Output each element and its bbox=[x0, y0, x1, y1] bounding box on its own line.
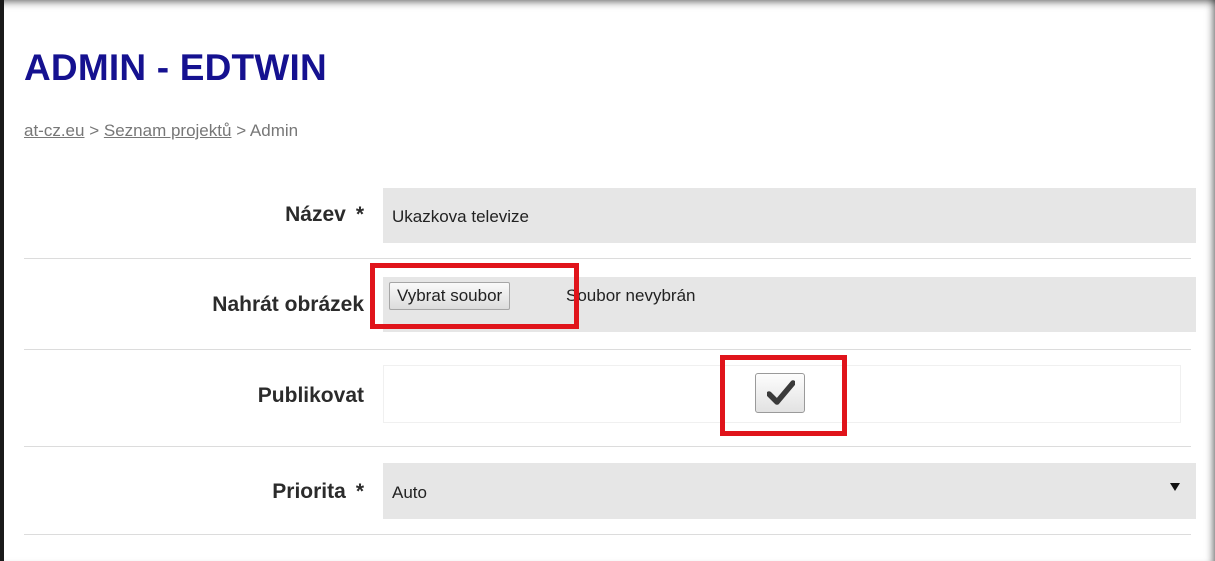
priorita-select[interactable]: Auto bbox=[383, 463, 1196, 519]
obrazek-label: Nahrát obrázek bbox=[212, 293, 364, 316]
publikovat-checkbox[interactable] bbox=[755, 373, 805, 413]
breadcrumb-link-projects[interactable]: Seznam projektů bbox=[104, 121, 232, 140]
page-title: ADMIN - EDTWIN bbox=[24, 47, 327, 88]
breadcrumb-current: Admin bbox=[249, 121, 299, 140]
checkmark-icon bbox=[767, 380, 795, 405]
required-marker: * bbox=[355, 480, 364, 503]
choose-file-button[interactable]: Vybrat soubor bbox=[389, 282, 511, 310]
required-marker: * bbox=[355, 203, 364, 226]
row-divider bbox=[24, 534, 1191, 535]
row-divider bbox=[24, 446, 1191, 447]
nazev-label: Název * bbox=[285, 203, 364, 227]
nazev-input[interactable]: Ukazkova televize bbox=[383, 188, 1196, 243]
file-upload-field[interactable]: Vybrat soubor Soubor nevybrán bbox=[383, 277, 1196, 332]
breadcrumb-link-home[interactable]: at-cz.eu bbox=[24, 121, 84, 140]
priorita-label-text: Priorita bbox=[272, 480, 346, 503]
page-frame: ADMIN - EDTWIN at-cz.eu > Seznam projekt… bbox=[0, 0, 1215, 561]
left-border bbox=[0, 0, 4, 561]
file-status-text: Soubor nevybrán bbox=[566, 286, 696, 305]
row-divider bbox=[24, 258, 1191, 259]
nazev-input-value: Ukazkova televize bbox=[392, 207, 530, 226]
nazev-label-text: Název bbox=[285, 203, 346, 226]
priorita-selected-value: Auto bbox=[392, 483, 427, 502]
row-divider bbox=[24, 349, 1191, 350]
publikovat-label: Publikovat bbox=[257, 384, 364, 407]
breadcrumb-separator: > bbox=[236, 121, 250, 140]
breadcrumb-separator: > bbox=[89, 121, 104, 140]
dropdown-arrow-icon bbox=[1170, 483, 1180, 491]
priorita-label: Priorita * bbox=[272, 480, 364, 504]
breadcrumb: at-cz.eu > Seznam projektů > Admin bbox=[24, 121, 298, 141]
